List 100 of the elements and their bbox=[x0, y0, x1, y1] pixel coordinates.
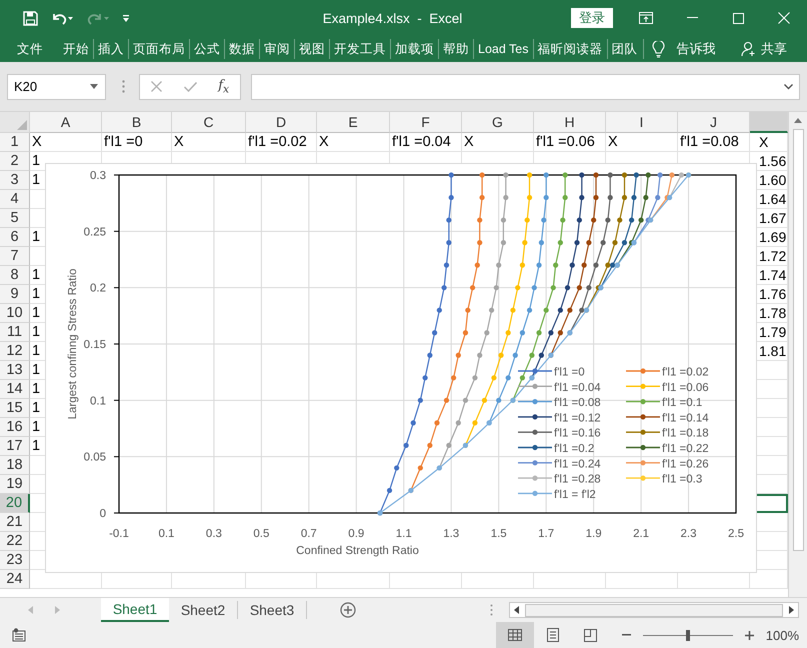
ribbon-tab[interactable]: 页面布局 bbox=[128, 39, 189, 59]
table-cell: f'l1 =0 bbox=[102, 133, 172, 152]
customize-caret-icon[interactable] bbox=[122, 14, 130, 22]
row-header[interactable]: 3 bbox=[0, 171, 30, 190]
row-header[interactable]: 5 bbox=[0, 209, 30, 228]
axis-tick-label: -0.1 bbox=[109, 528, 129, 540]
sheet-tab[interactable]: Sheet1 bbox=[101, 598, 169, 622]
row-header[interactable]: 10 bbox=[0, 304, 30, 323]
column-header[interactable]: G bbox=[462, 112, 534, 133]
row-header[interactable]: 2 bbox=[0, 152, 30, 171]
maximize-icon[interactable] bbox=[732, 12, 744, 24]
ribbon-tab[interactable]: 开发工具 bbox=[329, 39, 390, 59]
add-sheet-icon[interactable] bbox=[340, 602, 356, 618]
column-header[interactable]: E bbox=[317, 112, 390, 133]
page-break-icon bbox=[584, 628, 598, 642]
row-header[interactable]: 9 bbox=[0, 285, 30, 304]
row-header[interactable]: 7 bbox=[0, 247, 30, 266]
row-header[interactable]: 11 bbox=[0, 323, 30, 342]
row-header[interactable]: 17 bbox=[0, 437, 30, 456]
column-header[interactable]: C bbox=[172, 112, 246, 133]
share-button[interactable]: 共享 bbox=[761, 40, 787, 58]
row-header[interactable]: 13 bbox=[0, 361, 30, 380]
axis-tick-label: 1.9 bbox=[586, 528, 602, 540]
ribbon-tab[interactable]: 开始 bbox=[59, 39, 93, 59]
column-header[interactable]: A bbox=[30, 112, 102, 133]
column-header[interactable]: I bbox=[606, 112, 678, 133]
sheet-tab[interactable]: Sheet3 bbox=[238, 601, 307, 619]
ribbon-tab[interactable]: Load Tes bbox=[473, 39, 533, 59]
scroll-thumb[interactable] bbox=[525, 604, 783, 616]
grip-dots-icon[interactable] bbox=[490, 604, 493, 616]
close-icon[interactable] bbox=[778, 12, 790, 24]
grip-dots-icon[interactable] bbox=[122, 80, 125, 93]
ribbon-tab[interactable]: 福昕阅读器 bbox=[532, 39, 607, 59]
ribbon-tab[interactable]: 文件 bbox=[13, 39, 47, 59]
row-header[interactable]: 21 bbox=[0, 513, 30, 532]
table-cell: X bbox=[317, 133, 390, 152]
ribbon-tab[interactable]: 公式 bbox=[189, 39, 224, 59]
vertical-scrollbar[interactable] bbox=[788, 112, 807, 597]
table-cell: f'l1 =0.02 bbox=[246, 133, 317, 152]
sheet-tab[interactable]: Sheet2 bbox=[169, 601, 238, 619]
horizontal-scrollbar[interactable] bbox=[509, 602, 799, 618]
zoom-in-icon[interactable] bbox=[744, 630, 754, 640]
check-icon[interactable] bbox=[184, 82, 197, 92]
axis-tick-label: 1.5 bbox=[490, 528, 507, 540]
legend-label: f'l1 =0.14 bbox=[662, 412, 709, 424]
row-header[interactable]: 19 bbox=[0, 475, 30, 494]
row-header[interactable]: 4 bbox=[0, 190, 30, 209]
dropdown-caret-icon[interactable] bbox=[90, 84, 98, 89]
login-button[interactable]: 登录 bbox=[571, 8, 613, 28]
name-box[interactable]: K20 bbox=[7, 74, 106, 100]
column-header[interactable]: J bbox=[678, 112, 750, 133]
column-header[interactable]: D bbox=[246, 112, 317, 133]
column-header[interactable] bbox=[750, 112, 788, 133]
ribbon-tab[interactable]: 插入 bbox=[93, 39, 128, 59]
ribbon-tab[interactable]: 团队 bbox=[606, 39, 642, 59]
minimize-icon[interactable] bbox=[686, 17, 698, 19]
scroll-up-icon[interactable] bbox=[794, 118, 802, 123]
save-icon[interactable] bbox=[23, 10, 38, 26]
axis-tick-label: 2.1 bbox=[633, 528, 650, 540]
row-header[interactable]: 1 bbox=[0, 133, 30, 152]
ribbon-tab[interactable]: 视图 bbox=[294, 39, 329, 59]
row-header[interactable]: 20 bbox=[0, 494, 30, 513]
row-header[interactable]: 22 bbox=[0, 532, 30, 551]
row-header[interactable]: 6 bbox=[0, 228, 30, 247]
legend-label: f'l1 = f'l2 bbox=[554, 488, 596, 501]
column-header[interactable]: B bbox=[102, 112, 172, 133]
ribbon-tab[interactable]: 数据 bbox=[224, 39, 259, 59]
macro-record-icon[interactable] bbox=[12, 628, 28, 642]
ribbon-tab[interactable]: 审阅 bbox=[259, 39, 294, 59]
tell-me-link[interactable]: 告诉我 bbox=[676, 40, 716, 58]
person-add-icon[interactable] bbox=[741, 41, 757, 57]
formula-input[interactable] bbox=[251, 74, 800, 100]
axis-title: Confined Strength Ratio bbox=[296, 545, 419, 557]
ribbon-tab[interactable]: 加载项 bbox=[390, 39, 438, 59]
scroll-right-icon[interactable] bbox=[789, 606, 794, 614]
ribbon-display-icon[interactable] bbox=[639, 12, 653, 24]
ribbon-tab[interactable]: 帮助 bbox=[438, 39, 473, 59]
expand-caret-icon[interactable] bbox=[784, 84, 793, 90]
row-header[interactable]: 24 bbox=[0, 570, 30, 589]
row-header[interactable]: 15 bbox=[0, 399, 30, 418]
column-header[interactable]: F bbox=[390, 112, 462, 133]
row-header[interactable]: 16 bbox=[0, 418, 30, 437]
row-header[interactable]: 14 bbox=[0, 380, 30, 399]
legend-label: f'l1 =0.24 bbox=[554, 458, 601, 470]
zoom-slider-thumb[interactable] bbox=[686, 630, 690, 640]
zoom-level[interactable]: 100% bbox=[766, 628, 799, 642]
insert-function-button[interactable]: f$_{x}$ bbox=[218, 78, 230, 96]
lightbulb-icon[interactable] bbox=[652, 40, 665, 58]
row-header[interactable]: 23 bbox=[0, 551, 30, 570]
row-header[interactable]: 18 bbox=[0, 456, 30, 475]
column-header[interactable]: H bbox=[534, 112, 606, 133]
table-cell: X bbox=[606, 133, 678, 152]
page-icon bbox=[546, 628, 559, 642]
row-header[interactable]: 12 bbox=[0, 342, 30, 361]
axis-tick-label: 0.3 bbox=[206, 528, 222, 540]
scroll-left-icon[interactable] bbox=[514, 606, 519, 614]
view-button[interactable] bbox=[496, 622, 534, 648]
legend-label: f'l1 =0.18 bbox=[662, 428, 709, 440]
row-header[interactable]: 8 bbox=[0, 266, 30, 285]
scroll-thumb[interactable] bbox=[792, 129, 804, 551]
